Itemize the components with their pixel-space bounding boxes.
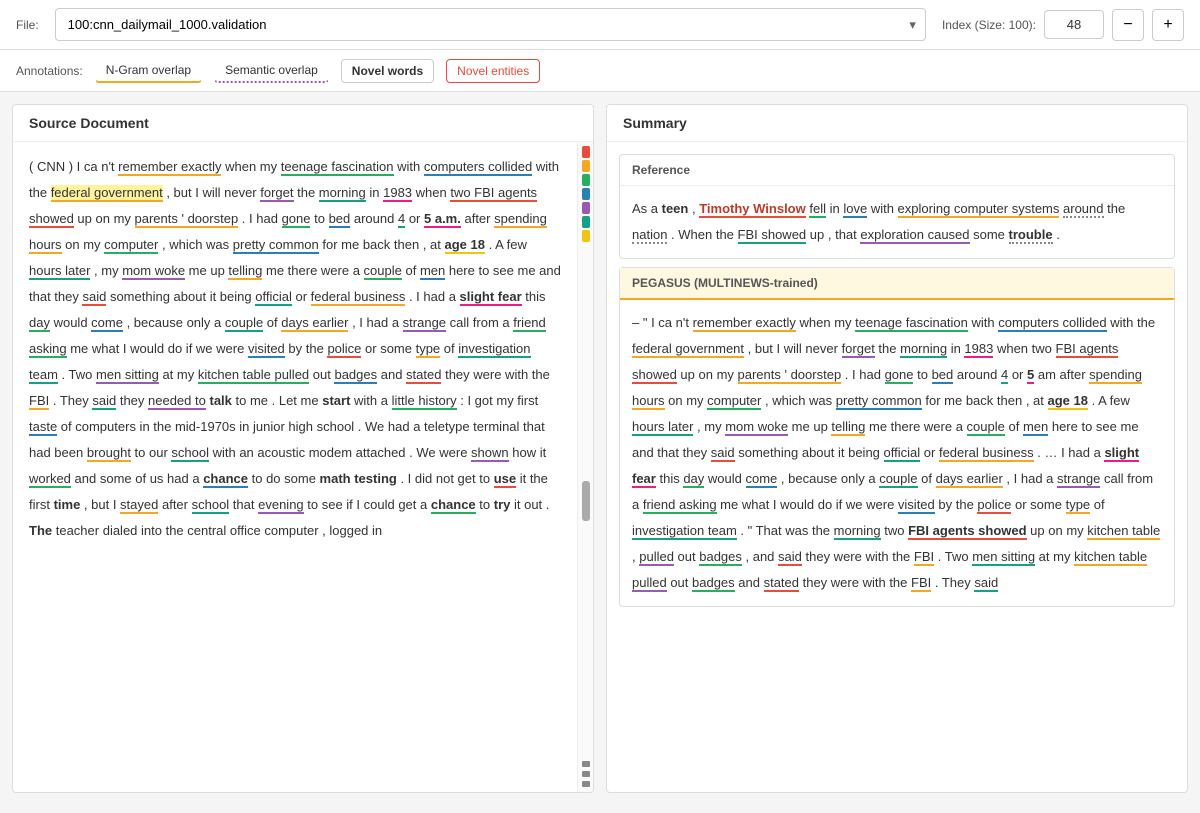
source-text-area[interactable]: ( CNN ) I ca n't remember exactly when m…: [13, 142, 577, 792]
summary-panel: Summary Reference As a teen , Timothy Wi…: [606, 104, 1188, 793]
pegasus-section: PEGASUS (MULTINEWS-trained) – " I ca n't…: [619, 267, 1175, 607]
ngram-overlap-tag[interactable]: N-Gram overlap: [95, 58, 202, 83]
scroll-seg-1: [582, 146, 590, 158]
pegasus-body: – " I ca n't remember exactly when my te…: [620, 300, 1174, 606]
scroll-seg-a: [582, 761, 590, 767]
novel-words-tag[interactable]: Novel words: [341, 59, 434, 83]
file-select-wrapper: 100:cnn_dailymail_1000.validation ▾: [55, 8, 926, 41]
source-panel-body: ( CNN ) I ca n't remember exactly when m…: [13, 142, 593, 792]
scroll-thumb[interactable]: [582, 481, 590, 521]
semantic-overlap-tag[interactable]: Semantic overlap: [214, 58, 329, 83]
summary-panel-body[interactable]: Reference As a teen , Timothy Winslow fe…: [607, 142, 1187, 792]
scroll-seg-4: [582, 188, 590, 200]
source-scroll-indicator: [577, 142, 593, 792]
annotations-label: Annotations:: [16, 64, 83, 78]
scroll-seg-2: [582, 160, 590, 172]
main-content: Source Document ( CNN ) I ca n't remembe…: [0, 92, 1200, 805]
index-label: Index (Size: 100):: [942, 18, 1036, 32]
source-panel-header: Source Document: [13, 105, 593, 142]
index-minus-button[interactable]: −: [1112, 9, 1144, 41]
scroll-seg-7: [582, 230, 590, 242]
reference-header: Reference: [620, 155, 1174, 186]
index-section: Index (Size: 100): 48 − +: [942, 9, 1184, 41]
novel-entities-tag[interactable]: Novel entities: [446, 59, 540, 83]
file-select[interactable]: 100:cnn_dailymail_1000.validation: [55, 8, 926, 41]
summary-panel-header: Summary: [607, 105, 1187, 142]
scroll-seg-c: [582, 781, 590, 787]
scroll-seg-5: [582, 202, 590, 214]
top-bar: File: 100:cnn_dailymail_1000.validation …: [0, 0, 1200, 50]
file-label: File:: [16, 18, 39, 32]
reference-body: As a teen , Timothy Winslow fell in love…: [620, 186, 1174, 258]
source-panel: Source Document ( CNN ) I ca n't remembe…: [12, 104, 594, 793]
scroll-seg-3: [582, 174, 590, 186]
annotations-bar: Annotations: N-Gram overlap Semantic ove…: [0, 50, 1200, 92]
index-plus-button[interactable]: +: [1152, 9, 1184, 41]
scroll-seg-6: [582, 216, 590, 228]
scroll-seg-b: [582, 771, 590, 777]
index-value: 48: [1044, 10, 1104, 39]
reference-section: Reference As a teen , Timothy Winslow fe…: [619, 154, 1175, 259]
pegasus-header: PEGASUS (MULTINEWS-trained): [620, 268, 1174, 300]
